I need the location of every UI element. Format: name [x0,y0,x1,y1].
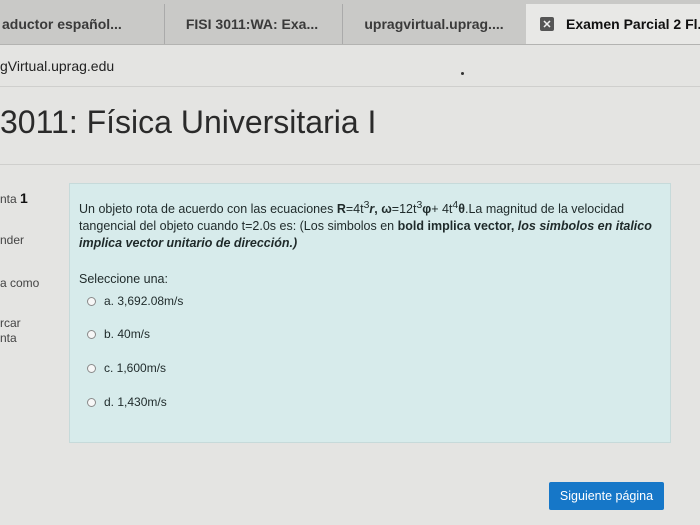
question-text-part: + 4t [431,202,453,217]
flag-line-1: rcar [0,316,21,330]
browser-tab-bar: aductor español... FISI 3011:WA: Exa... … [0,0,700,45]
question-number: nta 1 [0,190,60,206]
question-text-part: Un objeto rota de acuerdo con las ecuaci… [79,202,337,217]
answer-label: a. 3,692.08m/s [104,294,184,308]
question-status: nder [0,233,25,247]
mouse-cursor-dot [461,72,464,75]
question-text-part: =4t [345,202,364,217]
tab-examen-parcial[interactable]: ✕ Examen Parcial 2 Fl. [526,4,700,44]
question-text: Un objeto rota de acuerdo con las ecuaci… [79,197,654,252]
next-page-button[interactable]: Siguiente página [549,482,664,510]
question-text-part: =12t [391,202,417,217]
vector-omega: , ω [374,202,392,217]
answer-option-d[interactable]: d. 1,430m/s [87,395,167,409]
unit-vector-phi: φ [422,202,432,217]
answer-label: d. 1,430m/s [104,395,167,409]
answer-option-a[interactable]: a. 3,692.08m/s [87,294,183,308]
bold-text: bold implica vector, [397,219,515,234]
tab-label: upragvirtual.uprag.... [364,16,504,32]
flag-question-link[interactable]: rcar nta [0,316,60,346]
radio-button[interactable] [87,363,96,373]
tab-fisi-exam[interactable]: FISI 3011:WA: Exa... [162,4,343,44]
tab-translator[interactable]: aductor español... [0,4,165,44]
answer-label: b. 40m/s [104,327,151,341]
tab-label: Examen Parcial 2 Fl. [566,16,700,32]
divider [0,86,700,87]
radio-button[interactable] [87,329,96,339]
radio-button[interactable] [87,296,96,306]
course-title: 3011: Física Universitaria I [0,104,377,140]
site-address: gVirtual.uprag.edu [0,58,115,74]
flag-line-2: nta [0,331,17,345]
vector-r: R [336,202,346,217]
radio-button[interactable] [87,397,96,407]
question-number-value: 1 [20,190,28,206]
answer-option-c[interactable]: c. 1,600m/s [87,361,166,375]
tab-label: aductor español... [2,16,122,32]
tab-upragvirtual[interactable]: upragvirtual.uprag.... [342,4,527,44]
select-prompt: Seleccione una: [79,272,168,286]
question-mark: a como [0,276,40,290]
tab-label: FISI 3011:WA: Exa... [185,16,319,32]
close-icon[interactable]: ✕ [540,17,554,31]
divider [0,164,700,165]
question-number-prefix: nta [0,192,17,206]
answer-option-b[interactable]: b. 40m/s [87,327,150,341]
unit-vector-theta: θ [458,202,465,217]
answer-label: c. 1,600m/s [104,361,167,375]
